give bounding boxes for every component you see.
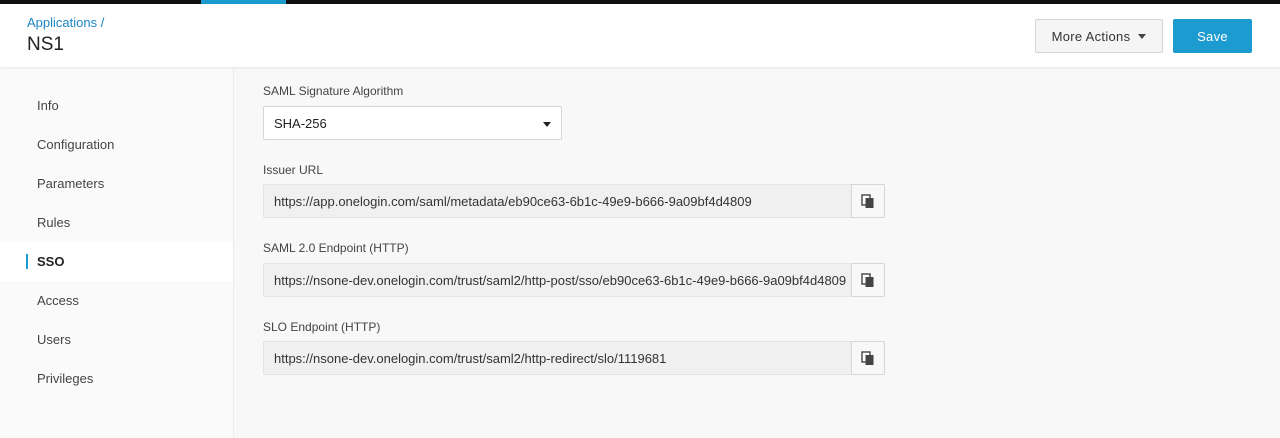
more-actions-button[interactable]: More Actions [1035,19,1163,53]
copy-issuer-url-button[interactable] [851,184,885,218]
sidebar-item-rules[interactable]: Rules [0,203,233,242]
slo-endpoint-label: SLO Endpoint (HTTP) [263,320,381,334]
save-button[interactable]: Save [1173,19,1252,53]
copy-icon [861,193,874,208]
sidebar-item-sso[interactable]: SSO [0,242,233,281]
saml-endpoint-label: SAML 2.0 Endpoint (HTTP) [263,241,409,255]
copy-saml-endpoint-button[interactable] [851,263,885,297]
sidebar-item-parameters[interactable]: Parameters [0,164,233,203]
page-title: NS1 [27,34,64,55]
issuer-url-label: Issuer URL [263,163,324,177]
sso-panel: SAML Signature Algorithm SHA-256 Issuer … [234,67,1280,438]
caret-down-icon [1138,33,1147,39]
sidebar-item-access[interactable]: Access [0,281,233,320]
breadcrumb-applications[interactable]: Applications / [27,15,104,30]
sidebar-item-configuration[interactable]: Configuration [0,125,233,164]
copy-slo-endpoint-button[interactable] [851,341,885,375]
signature-algorithm-select[interactable]: SHA-256 [263,106,562,140]
saml-endpoint-field[interactable]: https://nsone-dev.onelogin.com/trust/sam… [263,263,852,297]
caret-down-icon [543,122,551,127]
slo-endpoint-field[interactable]: https://nsone-dev.onelogin.com/trust/sam… [263,341,852,375]
signature-algorithm-label: SAML Signature Algorithm [263,84,404,98]
sidebar-item-privileges[interactable]: Privileges [0,359,233,398]
more-actions-label: More Actions [1051,28,1131,44]
page-header: Applications / NS1 More Actions Save [0,4,1280,67]
sidebar-item-users[interactable]: Users [0,320,233,359]
copy-icon [861,272,874,287]
signature-algorithm-value: SHA-256 [274,115,327,131]
issuer-url-field[interactable]: https://app.onelogin.com/saml/metadata/e… [263,184,852,218]
sidebar-item-info[interactable]: Info [0,86,233,125]
sidebar: Info Configuration Parameters Rules SSO … [0,67,234,438]
copy-icon [861,350,874,365]
